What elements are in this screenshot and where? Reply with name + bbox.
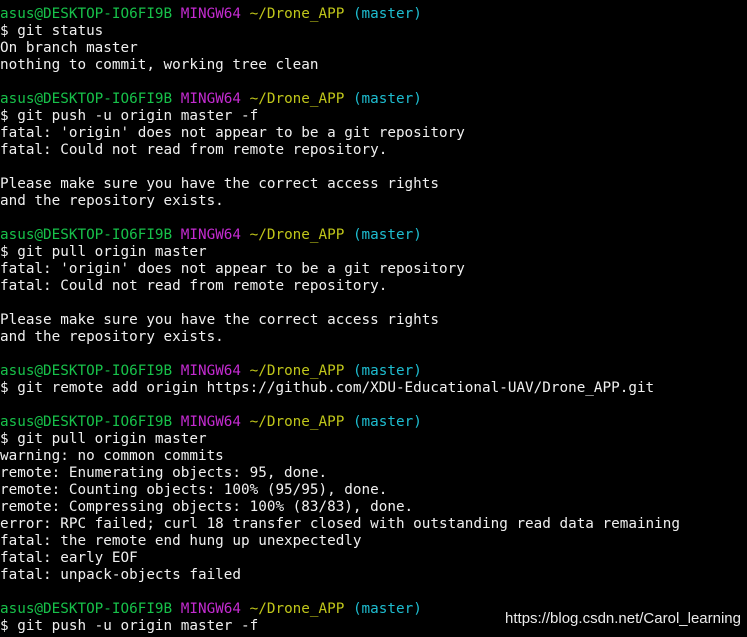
output-text: fatal: 'origin' does not appear to be a …: [0, 125, 465, 141]
output-line: fatal: 'origin' does not appear to be a …: [0, 261, 747, 278]
prompt-line: asus@DESKTOP-IO6FI9B MINGW64 ~/Drone_APP…: [0, 6, 747, 23]
prompt-system: MINGW64: [180, 414, 242, 430]
prompt-user-host: asus@DESKTOP-IO6FI9B: [0, 227, 173, 243]
output-line: fatal: early EOF: [0, 550, 747, 567]
output-text: error: RPC failed; curl 18 transfer clos…: [0, 516, 680, 532]
output-line: error: RPC failed; curl 18 transfer clos…: [0, 516, 747, 533]
prompt-user-host: asus@DESKTOP-IO6FI9B: [0, 601, 173, 617]
output-line: remote: Counting objects: 100% (95/95), …: [0, 482, 747, 499]
output-text: and the repository exists.: [0, 329, 224, 345]
output-text: fatal: Could not read from remote reposi…: [0, 142, 388, 158]
output-line: fatal: unpack-objects failed: [0, 567, 747, 584]
output-line: fatal: Could not read from remote reposi…: [0, 278, 747, 295]
output-text: fatal: the remote end hung up unexpected…: [0, 533, 362, 549]
prompt-line: asus@DESKTOP-IO6FI9B MINGW64 ~/Drone_APP…: [0, 414, 747, 431]
prompt-path: ~/Drone_APP: [249, 6, 345, 22]
output-line: nothing to commit, working tree clean: [0, 57, 747, 74]
output-text: fatal: Could not read from remote reposi…: [0, 278, 388, 294]
output-line: On branch master: [0, 40, 747, 57]
output-text: remote: Enumerating objects: 95, done.: [0, 465, 328, 481]
output-text: $ git pull origin master: [0, 431, 207, 447]
output-line: $ git status: [0, 23, 747, 40]
prompt-branch: (master): [352, 601, 422, 617]
prompt-path: ~/Drone_APP: [249, 91, 345, 107]
prompt-path: ~/Drone_APP: [249, 414, 345, 430]
prompt-branch: (master): [352, 363, 422, 379]
output-text: fatal: 'origin' does not appear to be a …: [0, 261, 465, 277]
output-text: fatal: early EOF: [0, 550, 138, 566]
output-line: $ git remote add origin https://github.c…: [0, 380, 747, 397]
output-text: Please make sure you have the correct ac…: [0, 312, 439, 328]
output-text: $ git push -u origin master -f: [0, 618, 259, 634]
output-line: fatal: the remote end hung up unexpected…: [0, 533, 747, 550]
output-line: $ git pull origin master: [0, 244, 747, 261]
prompt-line: asus@DESKTOP-IO6FI9B MINGW64 ~/Drone_APP…: [0, 227, 747, 244]
terminal-window[interactable]: asus@DESKTOP-IO6FI9B MINGW64 ~/Drone_APP…: [0, 6, 747, 637]
prompt-line: asus@DESKTOP-IO6FI9B MINGW64 ~/Drone_APP…: [0, 91, 747, 108]
csdn-watermark: https://blog.csdn.net/Carol_learning: [505, 610, 741, 627]
output-line: and the repository exists.: [0, 193, 747, 210]
prompt-branch: (master): [352, 91, 422, 107]
output-text: $ git status: [0, 23, 104, 39]
prompt-path: ~/Drone_APP: [249, 601, 345, 617]
prompt-user-host: asus@DESKTOP-IO6FI9B: [0, 6, 173, 22]
output-text: On branch master: [0, 40, 138, 56]
output-line: fatal: 'origin' does not appear to be a …: [0, 125, 747, 142]
output-text: Please make sure you have the correct ac…: [0, 176, 439, 192]
output-line: Please make sure you have the correct ac…: [0, 176, 747, 193]
output-text: $ git push -u origin master -f: [0, 108, 259, 124]
prompt-branch: (master): [352, 414, 422, 430]
output-text: $ git remote add origin https://github.c…: [0, 380, 655, 396]
output-line: $ git pull origin master: [0, 431, 747, 448]
output-text: and the repository exists.: [0, 193, 224, 209]
output-line: $ git push -u origin master -f: [0, 108, 747, 125]
prompt-system: MINGW64: [180, 227, 242, 243]
output-text: remote: Counting objects: 100% (95/95), …: [0, 482, 388, 498]
prompt-path: ~/Drone_APP: [249, 363, 345, 379]
prompt-system: MINGW64: [180, 363, 242, 379]
output-text: $ git pull origin master: [0, 244, 207, 260]
output-line: and the repository exists.: [0, 329, 747, 346]
output-line: remote: Enumerating objects: 95, done.: [0, 465, 747, 482]
output-line: remote: Compressing objects: 100% (83/83…: [0, 499, 747, 516]
prompt-user-host: asus@DESKTOP-IO6FI9B: [0, 414, 173, 430]
prompt-system: MINGW64: [180, 91, 242, 107]
output-line: Please make sure you have the correct ac…: [0, 312, 747, 329]
output-line: warning: no common commits: [0, 448, 747, 465]
output-line: fatal: Could not read from remote reposi…: [0, 142, 747, 159]
prompt-system: MINGW64: [180, 6, 242, 22]
prompt-line: asus@DESKTOP-IO6FI9B MINGW64 ~/Drone_APP…: [0, 363, 747, 380]
prompt-user-host: asus@DESKTOP-IO6FI9B: [0, 363, 173, 379]
prompt-system: MINGW64: [180, 601, 242, 617]
output-text: remote: Compressing objects: 100% (83/83…: [0, 499, 414, 515]
prompt-user-host: asus@DESKTOP-IO6FI9B: [0, 91, 173, 107]
prompt-path: ~/Drone_APP: [249, 227, 345, 243]
prompt-branch: (master): [352, 227, 422, 243]
output-text: fatal: unpack-objects failed: [0, 567, 242, 583]
output-text: warning: no common commits: [0, 448, 224, 464]
prompt-branch: (master): [352, 6, 422, 22]
output-text: nothing to commit, working tree clean: [0, 57, 319, 73]
